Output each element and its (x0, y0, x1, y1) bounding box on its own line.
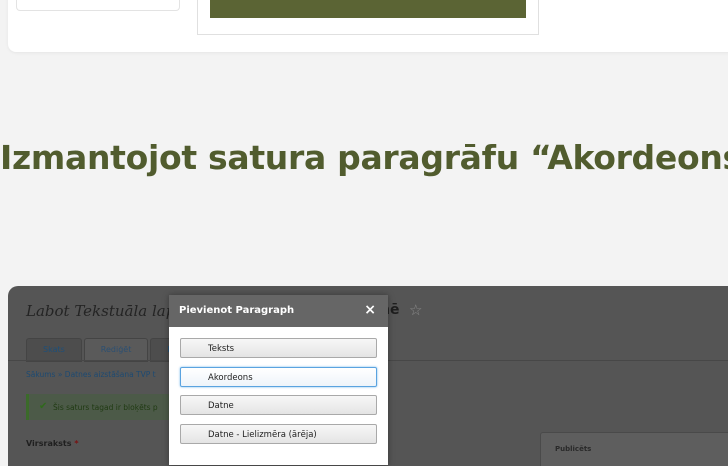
publish-panel-label: Publicēts (555, 445, 592, 453)
status-message-text: Šis saturs tagad ir bloķēts p (53, 403, 158, 412)
top-card (8, 0, 728, 52)
star-icon[interactable]: ☆ (409, 301, 422, 319)
add-text-button[interactable]: Teksts (180, 338, 377, 358)
sidebar-box (16, 0, 180, 11)
add-paragraph-dialog: Pievienot Paragraph × Teksts Akordeons D… (169, 295, 388, 465)
tab-bar: Skats Rediģēt D (26, 338, 193, 362)
title-field-label-text: Virsraksts (26, 439, 72, 448)
add-large-file-button[interactable]: Datne - Lielizmēra (ārēja) (180, 423, 377, 444)
add-file-button[interactable]: Datne (180, 395, 377, 415)
image-frame (197, 0, 539, 35)
add-accordion-button[interactable]: Akordeons (180, 366, 377, 387)
checkmark-icon: ✔ (39, 401, 48, 412)
close-icon[interactable]: × (364, 302, 376, 318)
publish-panel: Publicēts (540, 432, 728, 466)
dialog-title: Pievienot Paragraph (179, 305, 295, 316)
tab-edit[interactable]: Rediģēt (83, 338, 149, 362)
section-heading: Izmantojot satura paragrāfu “Akordeons”: (0, 138, 728, 177)
page-title: Labot Tekstuāla lapa (26, 302, 185, 320)
breadcrumb[interactable]: Sākums » Datnes aizstāšana TVP t (26, 370, 156, 379)
dialog-body: Teksts Akordeons Datne Datne - Lielizmēr… (169, 327, 388, 444)
image-placeholder (210, 0, 526, 18)
title-field-label: Virsraksts * (26, 439, 79, 448)
required-marker: * (74, 439, 79, 448)
tab-view[interactable]: Skats (26, 338, 82, 362)
dialog-header: Pievienot Paragraph × (169, 295, 388, 327)
